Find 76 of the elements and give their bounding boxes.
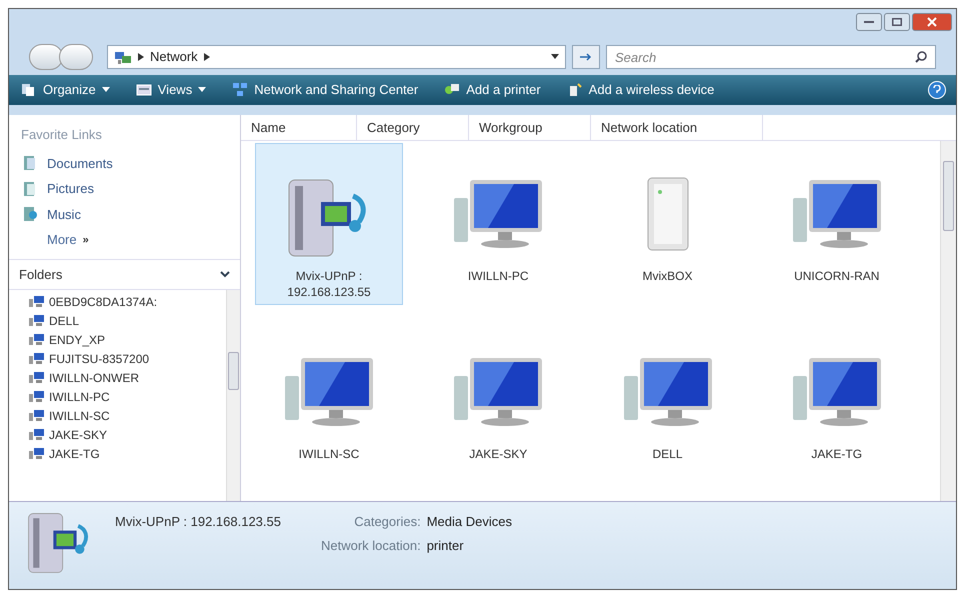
column-header[interactable]: Network location (591, 115, 763, 140)
folder-item[interactable]: JAKE-SKY (29, 425, 226, 444)
breadcrumb-arrow-icon (204, 53, 210, 61)
folder-item[interactable]: DELL (29, 311, 226, 330)
network-icon (232, 82, 248, 98)
maximize-icon (892, 18, 902, 26)
chevron-icon: » (82, 232, 89, 248)
breadcrumb-arrow-icon (138, 53, 144, 61)
network-device[interactable]: Mvix-UPnP : 192.168.123.55 (255, 143, 403, 305)
scrollbar[interactable] (940, 141, 956, 501)
folder-item[interactable]: IWILLN-PC (29, 387, 226, 406)
music-folder-icon (23, 206, 39, 222)
column-header[interactable]: Workgroup (469, 115, 591, 140)
network-device[interactable]: MvixBOX (594, 143, 742, 305)
folder-item[interactable]: FUJITSU-8357200 (29, 349, 226, 368)
network-device[interactable]: DELL (594, 321, 742, 483)
caret-icon (102, 87, 110, 93)
network-device[interactable]: IWILLN-SC (255, 321, 403, 483)
computer-icon (29, 371, 45, 384)
toolbar-button[interactable]: Network and Sharing Center (230, 80, 420, 100)
search-icon (914, 50, 928, 64)
computer-icon (29, 295, 45, 308)
network-device[interactable]: JAKE-TG (762, 321, 911, 483)
network-device[interactable]: JAKE-SKY (424, 321, 572, 483)
help-button[interactable] (928, 81, 946, 99)
more-link[interactable]: More (47, 230, 77, 250)
column-header[interactable]: Name (241, 115, 357, 140)
field-label: Categories: (353, 513, 421, 531)
organize-icon (21, 82, 37, 98)
computer-icon (29, 447, 45, 460)
computer-icon (29, 390, 45, 403)
folder-item[interactable]: JAKE-TG (29, 444, 226, 463)
folders-heading[interactable]: Folders (19, 264, 62, 284)
device-name: Mvix-UPnP : 192.168.123.55 (115, 513, 281, 531)
toolbar-button[interactable]: Add a wireless device (564, 80, 716, 100)
computer-icon (29, 314, 45, 327)
forward-button[interactable] (59, 44, 93, 70)
dropdown-icon (551, 54, 559, 60)
field-label: Network location: (320, 536, 421, 554)
computer-icon (29, 333, 45, 346)
folder-item[interactable]: ENDY_XP (29, 330, 226, 349)
field-value: printer (426, 536, 465, 555)
computer-icon (29, 409, 45, 422)
section-heading: Favorite Links (20, 126, 103, 144)
toolbar-dropdown[interactable]: Views (134, 80, 208, 100)
address-bar[interactable]: Network (107, 45, 566, 69)
scrollbar[interactable] (226, 290, 240, 501)
folder-item[interactable]: 0EBD9C8DA1374A: (29, 292, 226, 311)
refresh-icon (579, 52, 593, 62)
search-field[interactable]: Search (606, 45, 936, 69)
close-icon (927, 17, 937, 27)
network-device[interactable]: IWILLN-PC (424, 143, 572, 305)
views-icon (136, 82, 152, 98)
toolbar-dropdown[interactable]: Organize (19, 80, 112, 100)
close-button[interactable] (912, 13, 952, 31)
favorite-link[interactable]: Pictures (9, 176, 240, 202)
toolbar-button[interactable]: Add a printer (442, 80, 543, 100)
caret-icon (198, 87, 206, 93)
field-value: Media Devices (426, 513, 512, 531)
help-icon (933, 85, 941, 95)
breadcrumb[interactable]: Network (150, 47, 198, 67)
minimize-button[interactable] (856, 13, 882, 31)
back-button[interactable] (29, 44, 63, 70)
folder-item[interactable]: IWILLN-ONWER (29, 368, 226, 387)
refresh-button[interactable] (572, 45, 600, 69)
favorite-link[interactable]: Documents (9, 150, 240, 176)
favorite-link[interactable]: Music (9, 202, 240, 227)
column-header[interactable]: Category (357, 115, 469, 140)
minimize-icon (864, 21, 874, 23)
computer-icon (29, 352, 45, 365)
folder-item[interactable]: IWILLN-SC (29, 406, 226, 425)
chevron-icon (220, 270, 230, 278)
maximize-button[interactable] (884, 13, 910, 31)
network-device[interactable]: UNICORN-RAN (762, 143, 911, 305)
computer-icon (29, 428, 45, 441)
network-icon (114, 49, 132, 65)
